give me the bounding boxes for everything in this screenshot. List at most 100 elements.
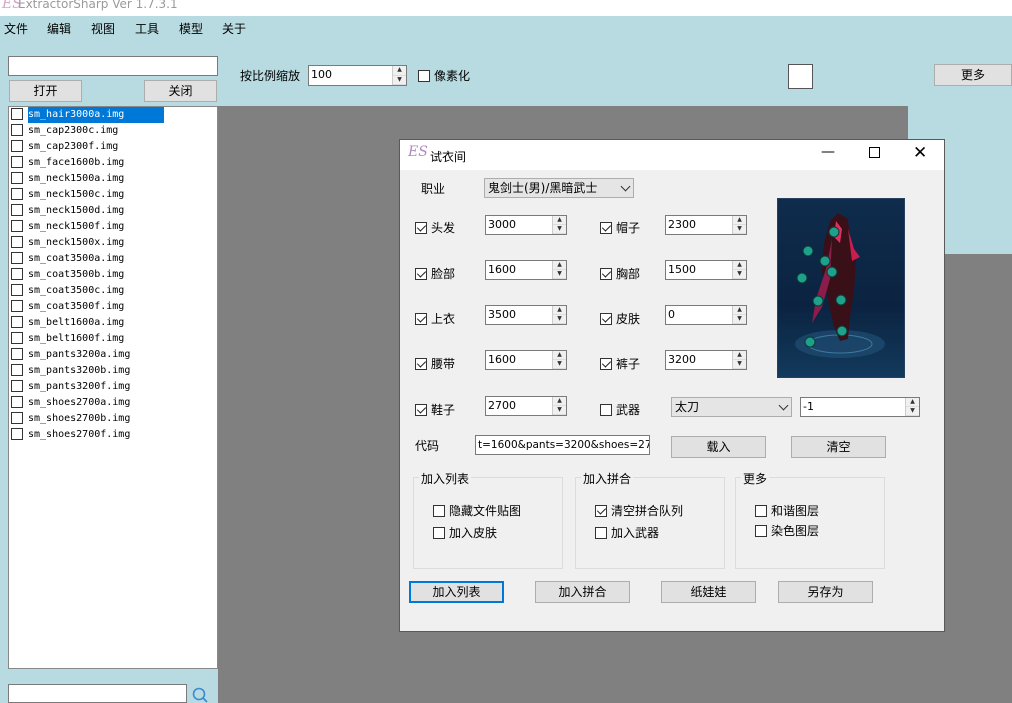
menu-view[interactable]: 视图 [91,20,115,37]
file-list-item[interactable]: sm_shoes2700f.img [9,427,217,443]
file-checkbox[interactable] [11,284,23,296]
shoes-checkbox[interactable] [415,402,427,416]
menu-model[interactable]: 模型 [179,20,203,37]
hair-checkbox[interactable] [415,220,427,234]
dye-layer-checkbox[interactable] [755,523,767,537]
file-checkbox[interactable] [11,220,23,232]
skin-stepper[interactable]: 0 ▲ ▼ [665,305,747,325]
file-list-item[interactable]: sm_pants3200b.img [9,363,217,379]
harmony-layer-checkbox[interactable] [755,503,767,517]
spin-icon[interactable]: ▲ ▼ [732,351,746,369]
belt-stepper[interactable]: 1600 ▲ ▼ [485,350,567,370]
file-checkbox[interactable] [11,204,23,216]
save-as-button[interactable]: 另存为 [778,581,873,603]
pants-checkbox[interactable] [600,356,612,370]
file-checkbox[interactable] [11,268,23,280]
file-list-item[interactable]: sm_neck1500d.img [9,203,217,219]
file-list-item[interactable]: sm_coat3500f.img [9,299,217,315]
add-list-button[interactable]: 加入列表 [409,581,504,603]
file-list-item[interactable]: sm_neck1500a.img [9,171,217,187]
file-list-item[interactable]: sm_coat3500a.img [9,251,217,267]
spin-icon[interactable]: ▲ ▼ [732,306,746,324]
file-checkbox[interactable] [11,188,23,200]
file-checkbox[interactable] [11,364,23,376]
pants-stepper[interactable]: 3200 ▲ ▼ [665,350,747,370]
file-list-item[interactable]: sm_neck1500f.img [9,219,217,235]
face-stepper[interactable]: 1600 ▲ ▼ [485,260,567,280]
spin-icon[interactable]: ▲ ▼ [552,351,566,369]
coat-checkbox[interactable] [415,311,427,325]
file-list-item[interactable]: sm_cap2300c.img [9,123,217,139]
file-list-item[interactable]: sm_pants3200f.img [9,379,217,395]
neck-stepper[interactable]: 1500 ▲ ▼ [665,260,747,280]
spin-icon[interactable]: ▲ ▼ [732,216,746,234]
neck-checkbox[interactable] [600,266,612,280]
file-checkbox[interactable] [11,108,23,120]
file-list-item[interactable]: sm_belt1600a.img [9,315,217,331]
file-checkbox[interactable] [11,412,23,424]
clear-queue-checkbox[interactable] [595,503,607,517]
file-checkbox[interactable] [11,300,23,312]
file-list-item[interactable]: sm_cap2300f.img [9,139,217,155]
weapon-select[interactable]: 太刀 [671,397,792,417]
spin-icon[interactable]: ▲ ▼ [552,261,566,279]
close-icon[interactable]: ✕ [913,143,927,163]
shoes-stepper[interactable]: 2700 ▲ ▼ [485,396,567,416]
menu-about[interactable]: 关于 [222,20,246,37]
spin-icon[interactable]: ▲ ▼ [552,397,566,415]
file-list[interactable]: sm_hair3000a.img sm_cap2300c.img sm_cap230… [8,106,218,669]
load-button[interactable]: 载入 [671,436,766,458]
cap-checkbox[interactable] [600,220,612,234]
file-checkbox[interactable] [11,348,23,360]
add-skin-checkbox[interactable] [433,525,445,539]
search-icon[interactable] [191,686,211,703]
file-list-item[interactable]: sm_face1600b.img [9,155,217,171]
add-merge-button[interactable]: 加入拼合 [535,581,630,603]
file-checkbox[interactable] [11,428,23,440]
more-button[interactable]: 更多 [934,64,1012,86]
belt-checkbox[interactable] [415,356,427,370]
file-checkbox[interactable] [11,124,23,136]
file-list-item[interactable]: sm_belt1600f.img [9,331,217,347]
profession-select[interactable]: 鬼剑士(男)/黑暗武士 [484,178,634,198]
file-checkbox[interactable] [11,316,23,328]
scale-spin-icon[interactable]: ▲ ▼ [392,66,406,85]
spin-icon[interactable]: ▲ ▼ [552,216,566,234]
cap-stepper[interactable]: 2300 ▲ ▼ [665,215,747,235]
dialog-title-bar[interactable]: ES 试衣间 — ✕ [400,140,944,170]
weapon-checkbox[interactable] [600,402,612,416]
paper-doll-button[interactable]: 纸娃娃 [661,581,756,603]
file-checkbox[interactable] [11,140,23,152]
pixelate-checkbox[interactable] [418,68,430,82]
spin-icon[interactable]: ▲ ▼ [905,398,919,416]
file-list-item[interactable]: sm_neck1500c.img [9,187,217,203]
file-list-item[interactable]: sm_shoes2700b.img [9,411,217,427]
file-checkbox[interactable] [11,332,23,344]
color-swatch[interactable] [788,64,813,89]
maximize-icon[interactable] [869,147,880,158]
scale-stepper[interactable]: 100 ▲ ▼ [308,65,407,86]
file-list-item[interactable]: sm_coat3500c.img [9,283,217,299]
minimize-icon[interactable]: — [821,144,835,160]
skin-checkbox[interactable] [600,311,612,325]
file-checkbox[interactable] [11,380,23,392]
hide-texture-checkbox[interactable] [433,503,445,517]
face-checkbox[interactable] [415,266,427,280]
search-input[interactable] [8,684,187,703]
spin-icon[interactable]: ▲ ▼ [552,306,566,324]
add-weapon-checkbox[interactable] [595,525,607,539]
file-list-item[interactable]: sm_hair3000a.img [9,107,217,123]
file-checkbox[interactable] [11,172,23,184]
file-list-item[interactable]: sm_coat3500b.img [9,267,217,283]
menu-file[interactable]: 文件 [4,20,28,37]
coat-stepper[interactable]: 3500 ▲ ▼ [485,305,567,325]
file-checkbox[interactable] [11,396,23,408]
spin-icon[interactable]: ▲ ▼ [732,261,746,279]
menu-edit[interactable]: 编辑 [47,20,71,37]
hair-stepper[interactable]: 3000 ▲ ▼ [485,215,567,235]
code-input[interactable]: t=1600&pants=3200&shoes=2700 [475,435,650,455]
path-input[interactable] [8,56,218,76]
file-checkbox[interactable] [11,252,23,264]
file-list-item[interactable]: sm_pants3200a.img [9,347,217,363]
file-checkbox[interactable] [11,236,23,248]
